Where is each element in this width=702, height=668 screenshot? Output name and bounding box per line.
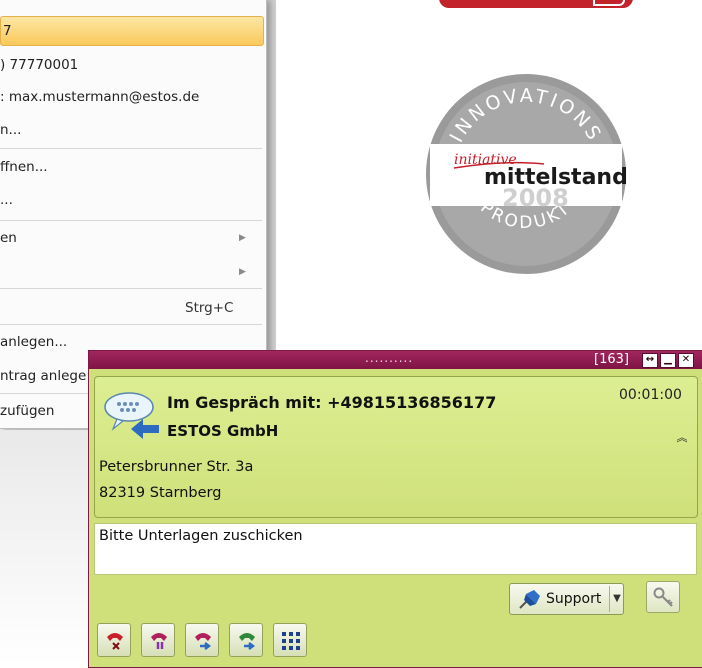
connect-transfer-button[interactable] (229, 623, 263, 657)
address-city: 82319 Starnberg (99, 485, 222, 501)
menu-item-submenu-2[interactable]: ▶ (0, 258, 266, 286)
badge-year: 2008 (502, 184, 569, 212)
menu-item-label: 7 (3, 23, 12, 39)
menu-separator (0, 220, 262, 221)
minimize-button[interactable]: ▁ (660, 353, 676, 368)
dialpad-icon (282, 632, 300, 650)
hangup-icon (107, 633, 123, 650)
menu-item-submenu-1[interactable]: en ▶ (0, 224, 266, 252)
red-tab-logo (439, 0, 633, 8)
title-bar[interactable]: .......... [163] ↔ ▁ ✕ (89, 351, 702, 369)
dialpad-button[interactable] (273, 623, 307, 657)
innovations-badge: INNOVATIONS PRODUKT initiative mittelsta… (424, 72, 628, 280)
collapse-icon[interactable]: ︽ (674, 430, 690, 446)
hold-icon (151, 633, 167, 649)
company-name: ESTOS GmbH (167, 422, 279, 440)
close-button[interactable]: ✕ (678, 353, 694, 368)
key-icon (653, 587, 673, 607)
submenu-arrow-icon: ▶ (239, 233, 246, 243)
menu-item-phone[interactable]: 7 (0, 16, 264, 46)
hangup-button[interactable] (97, 623, 131, 657)
menu-item-more[interactable]: ... (0, 186, 266, 214)
submenu-arrow-icon: ▶ (239, 267, 246, 277)
pin-button[interactable]: ↔ (642, 353, 658, 368)
call-note-field[interactable]: Bitte Unterlagen zuschicken (94, 523, 697, 575)
address-street: Petersbrunner Str. 3a (99, 459, 254, 475)
call-title: Im Gespräch mit: +49815136856177 (167, 393, 497, 412)
menu-item-label: en (0, 230, 17, 246)
key-button[interactable] (646, 581, 680, 613)
menu-item-label: ) 77770001 (0, 57, 79, 73)
call-timer: 00:01:00 (619, 387, 682, 403)
support-button[interactable]: Support ▼ (509, 583, 624, 615)
connect-transfer-icon (239, 633, 255, 650)
menu-item-email[interactable]: : max.mustermann@estos.de (0, 83, 266, 111)
transfer-icon (195, 633, 211, 650)
badge-graphic: INNOVATIONS PRODUKT initiative mittelsta… (426, 74, 628, 274)
call-count: [163] (594, 352, 629, 367)
menu-separator (0, 148, 262, 149)
menu-item-number[interactable]: ) 77770001 (0, 51, 266, 79)
call-window: .......... [163] ↔ ▁ ✕ Im Gespräch mit: … (88, 350, 702, 668)
menu-item-label: ntrag anlege (0, 368, 87, 384)
menu-item-label: ffnen... (0, 159, 48, 175)
menu-item-label: zufügen (0, 403, 55, 419)
hold-button[interactable] (141, 623, 175, 657)
call-toolbar (89, 621, 702, 667)
menu-item-label: n... (0, 122, 22, 138)
title-dots: .......... (365, 351, 414, 365)
menu-item-shortcut: Strg+C (185, 300, 234, 316)
call-info-panel: Im Gespräch mit: +49815136856177 ESTOS G… (94, 376, 698, 518)
menu-item-copy[interactable]: Strg+C (0, 294, 266, 322)
chevron-down-icon[interactable]: ▼ (609, 586, 624, 612)
support-label: Support (546, 591, 602, 607)
menu-item-label: ... (0, 192, 13, 208)
menu-item-open-file[interactable]: ffnen... (0, 153, 266, 181)
menu-item-open[interactable]: n... (0, 116, 266, 144)
menu-separator (0, 288, 262, 289)
call-chat-icon (104, 392, 159, 439)
menu-separator (0, 324, 262, 325)
pin-support-icon (519, 590, 540, 609)
menu-item-label: : max.mustermann@estos.de (0, 89, 200, 105)
background-fade (0, 430, 95, 666)
menu-item-label: anlegen... (0, 334, 68, 350)
transfer-button[interactable] (185, 623, 219, 657)
